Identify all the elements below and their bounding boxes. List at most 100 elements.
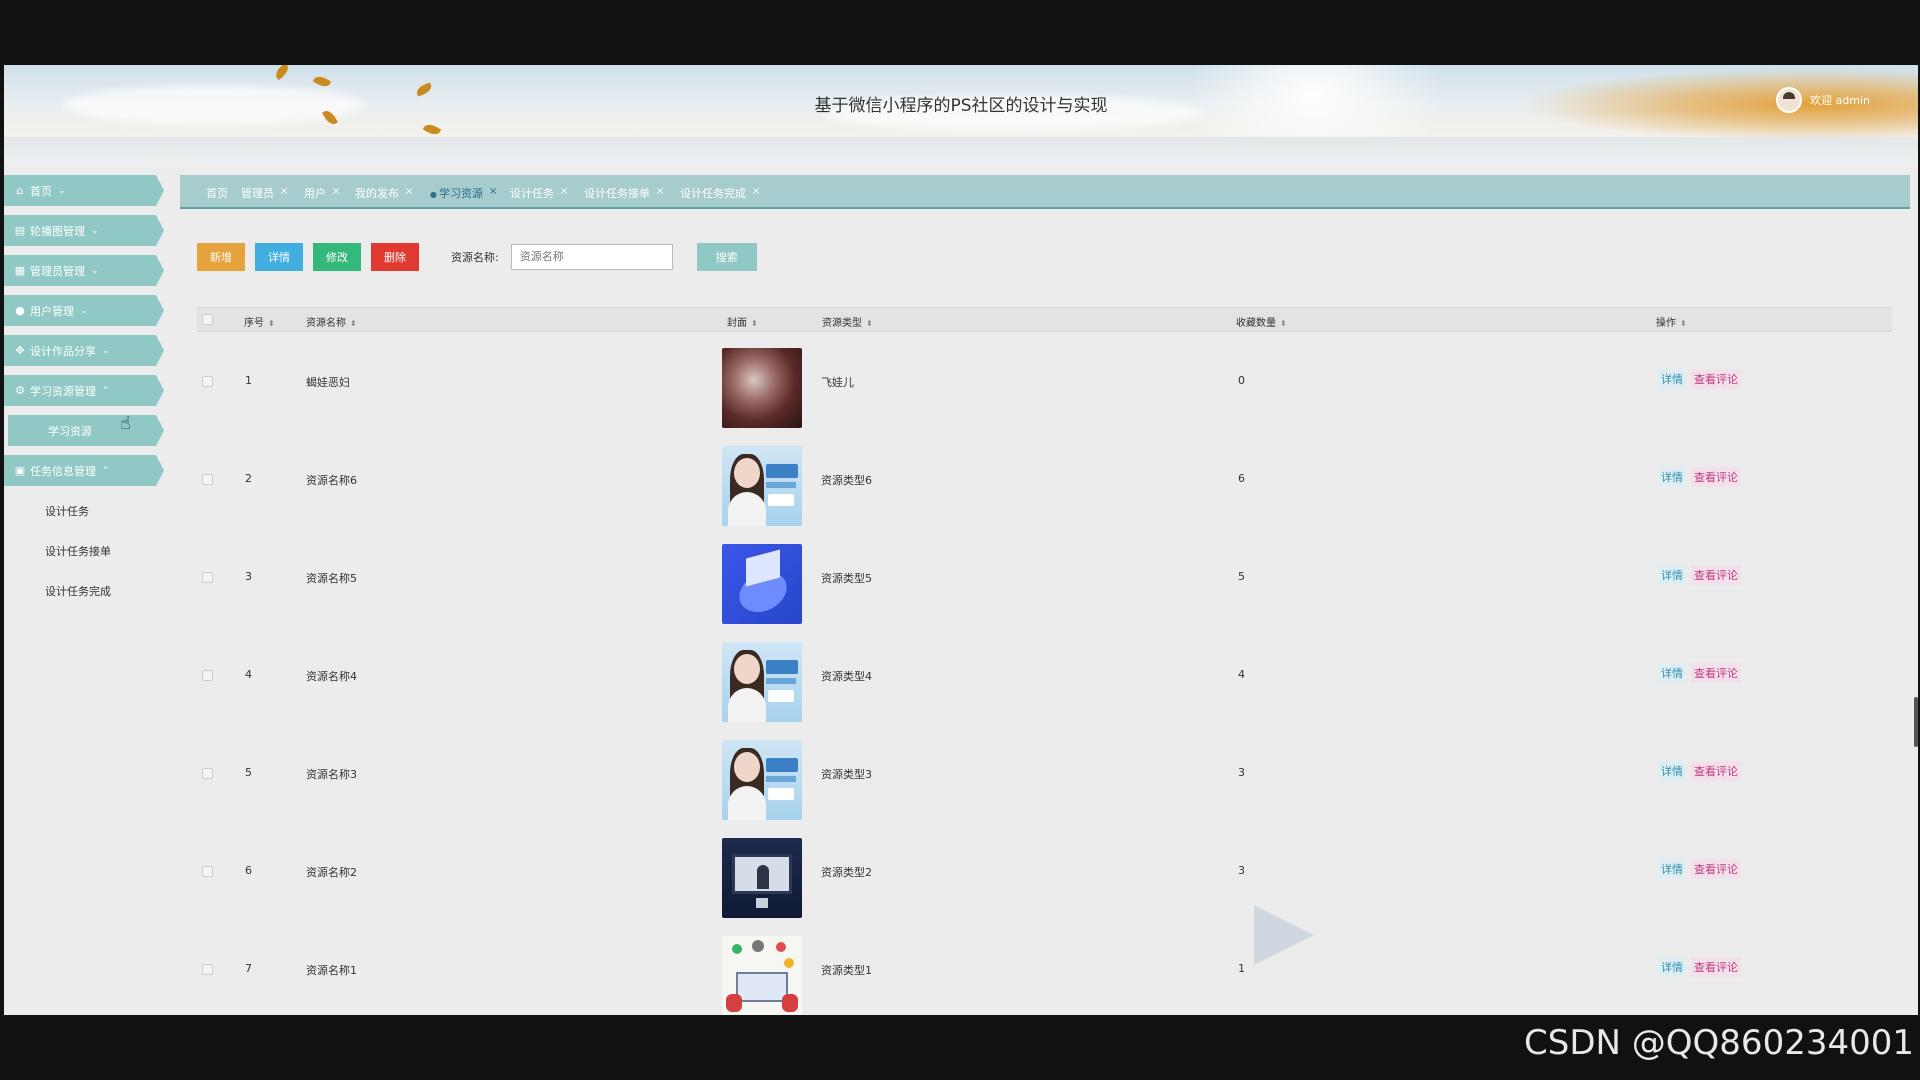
row-detail-button[interactable]: 详情	[1658, 369, 1686, 389]
sidebar-subitem-learning-resource[interactable]: 学习资源	[8, 415, 164, 446]
sidebar-item-tasks[interactable]: ▣ 任务信息管理 ⌃	[4, 455, 164, 486]
chevron-up-icon: ⌃	[102, 385, 110, 396]
table-row[interactable]: 1 蝎娃恶妇 飞娃儿 0 详情 查看评论	[197, 332, 1892, 430]
close-icon[interactable]: ×	[560, 186, 568, 197]
table-row[interactable]: 7 资源名称1 资源类型1 1 详情 查看评论	[197, 920, 1892, 1015]
row-comment-button[interactable]: 查看评论	[1691, 369, 1741, 389]
close-icon[interactable]: ×	[489, 186, 497, 197]
chevron-up-icon: ⌃	[102, 465, 110, 476]
close-icon[interactable]: ×	[332, 186, 340, 197]
row-comment-button[interactable]: 查看评论	[1691, 467, 1741, 487]
row-detail-button[interactable]: 详情	[1658, 467, 1686, 487]
tab-learning-resource[interactable]: 学习资源 ×	[430, 185, 497, 201]
row-comment-button[interactable]: 查看评论	[1691, 565, 1741, 585]
grid-icon: ✥	[15, 344, 25, 357]
tab-label: 用户	[304, 187, 326, 200]
tab-admin[interactable]: 管理员 ×	[241, 185, 288, 201]
close-icon[interactable]: ×	[405, 186, 413, 197]
row-checkbox[interactable]	[202, 474, 213, 485]
cell-no: 5	[245, 766, 252, 779]
table-row[interactable]: 5 资源名称3 资源类型3 3 详情 查看评论	[197, 724, 1892, 822]
sidebar-item-learning[interactable]: ⚙ 学习资源管理 ⌃	[4, 375, 164, 406]
sidebar-item-users[interactable]: ● 用户管理 ⌄	[4, 295, 164, 326]
sort-icon[interactable]: ⬍	[268, 319, 275, 328]
close-icon[interactable]: ×	[752, 186, 760, 197]
sidebar-item-home[interactable]: ⌂ 首页 ⌄	[4, 175, 164, 206]
cell-fav: 5	[1238, 570, 1245, 583]
row-comment-button[interactable]: 查看评论	[1691, 663, 1741, 683]
table-row[interactable]: 3 资源名称5 资源类型5 5 详情 查看评论	[197, 528, 1892, 626]
mouse-cursor-icon: ☝	[120, 413, 131, 434]
column-header-no[interactable]: 序号 ⬍	[244, 314, 275, 329]
column-header-fav[interactable]: 收藏数量 ⬍	[1236, 314, 1287, 329]
tab-label: 我的发布	[355, 187, 399, 200]
sidebar-item-admins[interactable]: ▦ 管理员管理 ⌄	[4, 255, 164, 286]
tab-home[interactable]: 首页	[206, 185, 228, 201]
sidebar-item-label: 轮播图管理	[30, 224, 85, 238]
sort-icon[interactable]: ⬍	[350, 319, 357, 328]
sidebar-subitem-task-done[interactable]: 设计任务完成	[45, 583, 111, 599]
row-comment-button[interactable]: 查看评论	[1691, 957, 1741, 977]
row-checkbox[interactable]	[202, 964, 213, 975]
tab-design-task[interactable]: 设计任务 ×	[510, 185, 568, 201]
cell-type: 资源类型1	[821, 964, 872, 977]
row-comment-button[interactable]: 查看评论	[1691, 859, 1741, 879]
close-icon[interactable]: ×	[656, 186, 664, 197]
table-row[interactable]: 4 资源名称4 资源类型4 4 详情 查看评论	[197, 626, 1892, 724]
sort-icon[interactable]: ⬍	[751, 319, 758, 328]
sidebar-subitem-design-task[interactable]: 设计任务	[45, 503, 89, 519]
cell-no: 6	[245, 864, 252, 877]
sidebar-item-design-share[interactable]: ✥ 设计作品分享 ⌄	[4, 335, 164, 366]
tab-my-posts[interactable]: 我的发布 ×	[355, 185, 413, 201]
sidebar-item-label: 首页	[30, 184, 52, 198]
cover-image	[722, 740, 802, 820]
cell-fav: 0	[1238, 374, 1245, 387]
sidebar-item-label: 用户管理	[30, 304, 74, 318]
column-header-actions[interactable]: 操作 ⬍	[1656, 314, 1687, 329]
column-header-type[interactable]: 资源类型 ⬍	[822, 314, 873, 329]
edit-button[interactable]: 修改	[313, 243, 361, 271]
row-detail-button[interactable]: 详情	[1658, 957, 1686, 977]
sort-icon[interactable]: ⬍	[866, 319, 873, 328]
close-icon[interactable]: ×	[280, 186, 288, 197]
sort-icon[interactable]: ⬍	[1280, 319, 1287, 328]
tab-label: 管理员	[241, 187, 274, 200]
row-detail-button[interactable]: 详情	[1658, 663, 1686, 683]
select-all-checkbox[interactable]	[202, 314, 213, 325]
row-checkbox[interactable]	[202, 572, 213, 583]
resource-table: 序号 ⬍ 资源名称 ⬍ 封面 ⬍ 资源类型 ⬍ 收藏数量 ⬍ 操作 ⬍ 1 蝎娃恶妇 飞娃儿…	[197, 307, 1892, 1015]
delete-button[interactable]: 删除	[371, 243, 419, 271]
avatar[interactable]	[1776, 87, 1803, 113]
sidebar: ⌂ 首页 ⌄ ▤ 轮播图管理 ⌄ ▦ 管理员管理 ⌄ ● 用户管理 ⌄ ✥ 设计…	[4, 165, 178, 1015]
search-button[interactable]: 搜索	[696, 243, 757, 271]
user-box[interactable]: 欢迎 admin	[1776, 87, 1870, 113]
row-detail-button[interactable]: 详情	[1658, 859, 1686, 879]
row-checkbox[interactable]	[202, 866, 213, 877]
add-button[interactable]: 新增	[197, 243, 245, 271]
tab-task-orders[interactable]: 设计任务接单 ×	[584, 185, 664, 201]
table-row[interactable]: 2 资源名称6 资源类型6 6 详情 查看评论	[197, 430, 1892, 528]
sidebar-subitem-task-orders[interactable]: 设计任务接单	[45, 543, 111, 559]
leaf-decoration	[272, 65, 292, 81]
row-detail-button[interactable]: 详情	[1658, 761, 1686, 781]
task-icon: ▣	[14, 464, 26, 477]
detail-button[interactable]: 详情	[255, 243, 303, 271]
row-checkbox[interactable]	[202, 670, 213, 681]
row-detail-button[interactable]: 详情	[1658, 565, 1686, 585]
column-header-name[interactable]: 资源名称 ⬍	[306, 314, 357, 329]
cell-type: 资源类型3	[821, 768, 872, 781]
row-checkbox[interactable]	[202, 376, 213, 387]
scrollbar[interactable]	[1914, 697, 1918, 747]
column-header-cover[interactable]: 封面 ⬍	[727, 314, 758, 329]
tab-users[interactable]: 用户 ×	[304, 185, 340, 201]
sidebar-item-carousel[interactable]: ▤ 轮播图管理 ⌄	[4, 215, 164, 246]
cell-type: 资源类型6	[821, 474, 872, 487]
tab-task-done[interactable]: 设计任务完成 ×	[680, 185, 760, 201]
row-checkbox[interactable]	[202, 768, 213, 779]
sort-icon[interactable]: ⬍	[1680, 319, 1687, 328]
chevron-down-icon: ⌄	[102, 345, 110, 356]
table-row[interactable]: 6 资源名称2 资源类型2 3 详情 查看评论	[197, 822, 1892, 920]
cell-no: 3	[245, 570, 252, 583]
search-input[interactable]	[510, 244, 673, 270]
row-comment-button[interactable]: 查看评论	[1691, 761, 1741, 781]
